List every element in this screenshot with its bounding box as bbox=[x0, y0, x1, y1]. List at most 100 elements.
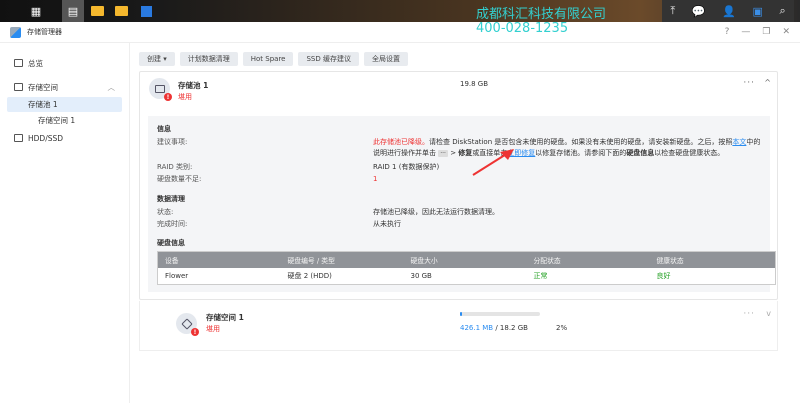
sidebar-item-pool-1[interactable]: 存储池 1 bbox=[7, 97, 122, 112]
app-icon[interactable] bbox=[135, 0, 157, 22]
hot-spare-button[interactable]: Hot Spare bbox=[242, 52, 294, 66]
advice-text: 此存储池已降级。请检查 DiskStation 是否包含未使用的硬盘。如果没有未… bbox=[373, 137, 761, 159]
raid-row: RAID 类别: RAID 1 (有数据保护) bbox=[157, 162, 761, 174]
minimize-button[interactable]: — bbox=[741, 27, 750, 37]
overview-icon bbox=[14, 59, 23, 67]
scrub-state-row: 状态: 存储池已降级，因此无法运行数据清理。 bbox=[157, 207, 761, 219]
pool-size: 19.8 GB bbox=[460, 80, 489, 88]
disk-info-heading: 硬盘信息 bbox=[157, 239, 185, 247]
raid-value: RAID 1 (有数据保护) bbox=[373, 163, 440, 171]
annotation-arrow-icon bbox=[472, 149, 514, 176]
usage-progress-fill bbox=[460, 312, 463, 316]
volume-status: 堪用 bbox=[206, 325, 220, 333]
sidebar-item-storage[interactable]: 存储空间 ︿ bbox=[0, 77, 129, 97]
sidebar-item-label: HDD/SSD bbox=[28, 133, 64, 143]
collapse-button[interactable]: ^ bbox=[764, 78, 771, 87]
missing-value: 1 bbox=[373, 175, 378, 183]
warning-badge-icon: ! bbox=[191, 328, 199, 336]
advice-label: 建议事项: bbox=[157, 138, 188, 146]
missing-label: 硬盘数量不足: bbox=[157, 175, 202, 183]
usage-text: 426.1 MB / 18.2 GB bbox=[460, 324, 528, 332]
column-header: 健康状态 bbox=[649, 251, 776, 268]
folder-icon[interactable] bbox=[86, 0, 108, 22]
state-value: 存储池已降级，因此无法运行数据清理。 bbox=[373, 208, 499, 216]
sidebar-item-label: 存储池 1 bbox=[28, 100, 58, 109]
search-icon[interactable]: ⌕ bbox=[780, 4, 786, 18]
taskbar: ▦ ▤ ⤒ 💬 👤 ▣ ⌕ bbox=[0, 0, 800, 22]
storage-pool-icon: ! bbox=[149, 78, 172, 101]
article-link[interactable]: 本文 bbox=[732, 138, 746, 146]
disk-info-text: 硬盘信息 bbox=[626, 149, 655, 157]
expand-button[interactable]: v bbox=[766, 309, 771, 318]
done-label: 完成时间: bbox=[157, 220, 188, 228]
more-options-button[interactable]: ··· bbox=[743, 309, 755, 319]
global-settings-button[interactable]: 全局设置 bbox=[364, 52, 408, 66]
usage-percent: 2% bbox=[556, 324, 568, 332]
degraded-text: 此存储池已降级。 bbox=[373, 138, 429, 146]
column-header: 设备 bbox=[157, 251, 281, 268]
scrub-heading: 数据清理 bbox=[157, 195, 185, 203]
close-button[interactable]: ✕ bbox=[782, 27, 790, 37]
allocation-cell: 正常 bbox=[533, 271, 548, 280]
sidebar-item-volume-1[interactable]: 存储空间 1 bbox=[0, 112, 129, 128]
volume-icon: ! bbox=[176, 313, 199, 336]
state-label: 状态: bbox=[157, 208, 174, 216]
pool-info-panel: 信息 建议事项: 此存储池已降级。请检查 DiskStation 是否包含未使用… bbox=[148, 116, 776, 292]
storage-manager-window: 存储管理器 ? — ❐ ✕ 总览 存储空间 ︿ 存储池 1 存储空间 1 HDD/… bbox=[0, 22, 800, 403]
scrub-time-row: 完成时间: 从未执行 bbox=[157, 219, 761, 231]
user-icon[interactable]: 👤 bbox=[722, 5, 736, 18]
pool-status: 堪用 bbox=[178, 93, 192, 101]
pool-header[interactable]: ! 存储池 1 堪用 19.8 GB ··· ^ bbox=[140, 72, 777, 106]
hdd-icon bbox=[14, 134, 23, 142]
upload-icon[interactable]: ⤒ bbox=[670, 4, 675, 18]
table-row[interactable]: Flower 硬盘 2 (HDD) 30 GB 正常 良好 bbox=[158, 268, 776, 285]
advice-part: > bbox=[447, 149, 459, 157]
sidebar: 总览 存储空间 ︿ 存储池 1 存储空间 1 HDD/SSD bbox=[0, 43, 130, 403]
title-bar: 存储管理器 ? — ❐ ✕ bbox=[0, 22, 800, 43]
disk-cell: 硬盘 2 (HDD) bbox=[287, 271, 332, 280]
widgets-icon[interactable]: ▣ bbox=[752, 5, 762, 18]
help-button[interactable]: ? bbox=[725, 27, 730, 37]
more-icon: ··· bbox=[438, 150, 448, 157]
storage-manager-taskbar-icon[interactable]: ▤ bbox=[62, 0, 84, 22]
watermark-company: 成都科汇科技有限公司 bbox=[476, 7, 607, 22]
restore-button[interactable]: ❐ bbox=[762, 27, 770, 37]
table-header: 设备 硬盘编号 / 类型 硬盘大小 分配状态 健康状态 bbox=[157, 251, 776, 268]
system-tray: ⤒ 💬 👤 ▣ ⌕ bbox=[662, 0, 794, 22]
usage-progress-bar bbox=[460, 312, 540, 316]
advice-row: 建议事项: 此存储池已降级。请检查 DiskStation 是否包含未使用的硬盘… bbox=[157, 137, 761, 159]
main-menu-icon[interactable]: ▦ bbox=[25, 0, 47, 22]
create-button[interactable]: 创建 ▾ bbox=[139, 52, 175, 66]
column-header: 硬盘大小 bbox=[403, 251, 527, 268]
advice-part: 以检查硬盘健康状态。 bbox=[654, 149, 725, 157]
sidebar-item-label: 总览 bbox=[28, 58, 43, 68]
advice-part: 请检查 DiskStation 是否包含未使用的硬盘。如果没有未使用的硬盘，请安… bbox=[429, 138, 733, 146]
info-heading: 信息 bbox=[157, 125, 171, 133]
device-cell: Flower bbox=[165, 271, 189, 280]
notification-icon[interactable]: 💬 bbox=[692, 5, 706, 18]
more-options-button[interactable]: ··· bbox=[743, 78, 755, 88]
folder-icon[interactable] bbox=[110, 0, 132, 22]
sidebar-item-hdd-ssd[interactable]: HDD/SSD bbox=[0, 128, 129, 148]
schedule-scrub-button[interactable]: 计划数据清理 bbox=[179, 52, 238, 66]
advice-part: 以修复存储池。请参阅下面的 bbox=[535, 149, 627, 157]
column-header: 分配状态 bbox=[526, 251, 650, 268]
missing-drives-row: 硬盘数量不足: 1 bbox=[157, 174, 761, 186]
disk-table: 设备 硬盘编号 / 类型 硬盘大小 分配状态 健康状态 Flower 硬盘 2 … bbox=[157, 251, 776, 285]
sidebar-item-label: 存储空间 1 bbox=[38, 115, 76, 125]
sidebar-item-overview[interactable]: 总览 bbox=[0, 53, 129, 73]
chevron-up-icon[interactable]: ︿ bbox=[108, 82, 116, 93]
used-size: 426.1 MB bbox=[460, 324, 494, 332]
volume-name: 存储空间 1 bbox=[206, 313, 244, 322]
ssd-cache-advisor-button[interactable]: SSD 缓存建议 bbox=[298, 52, 359, 66]
volume-card[interactable]: ! 存储空间 1 堪用 426.1 MB / 18.2 GB 2% ··· v bbox=[139, 301, 778, 351]
pool-name: 存储池 1 bbox=[178, 81, 209, 90]
raid-label: RAID 类别: bbox=[157, 163, 193, 171]
warning-badge-icon: ! bbox=[164, 93, 172, 101]
window-title: 存储管理器 bbox=[27, 28, 62, 36]
health-cell: 良好 bbox=[656, 271, 671, 280]
column-header: 硬盘编号 / 类型 bbox=[280, 251, 404, 268]
done-value: 从未执行 bbox=[373, 220, 401, 228]
sidebar-item-label: 存储空间 bbox=[28, 82, 58, 92]
storage-manager-icon bbox=[10, 26, 21, 38]
